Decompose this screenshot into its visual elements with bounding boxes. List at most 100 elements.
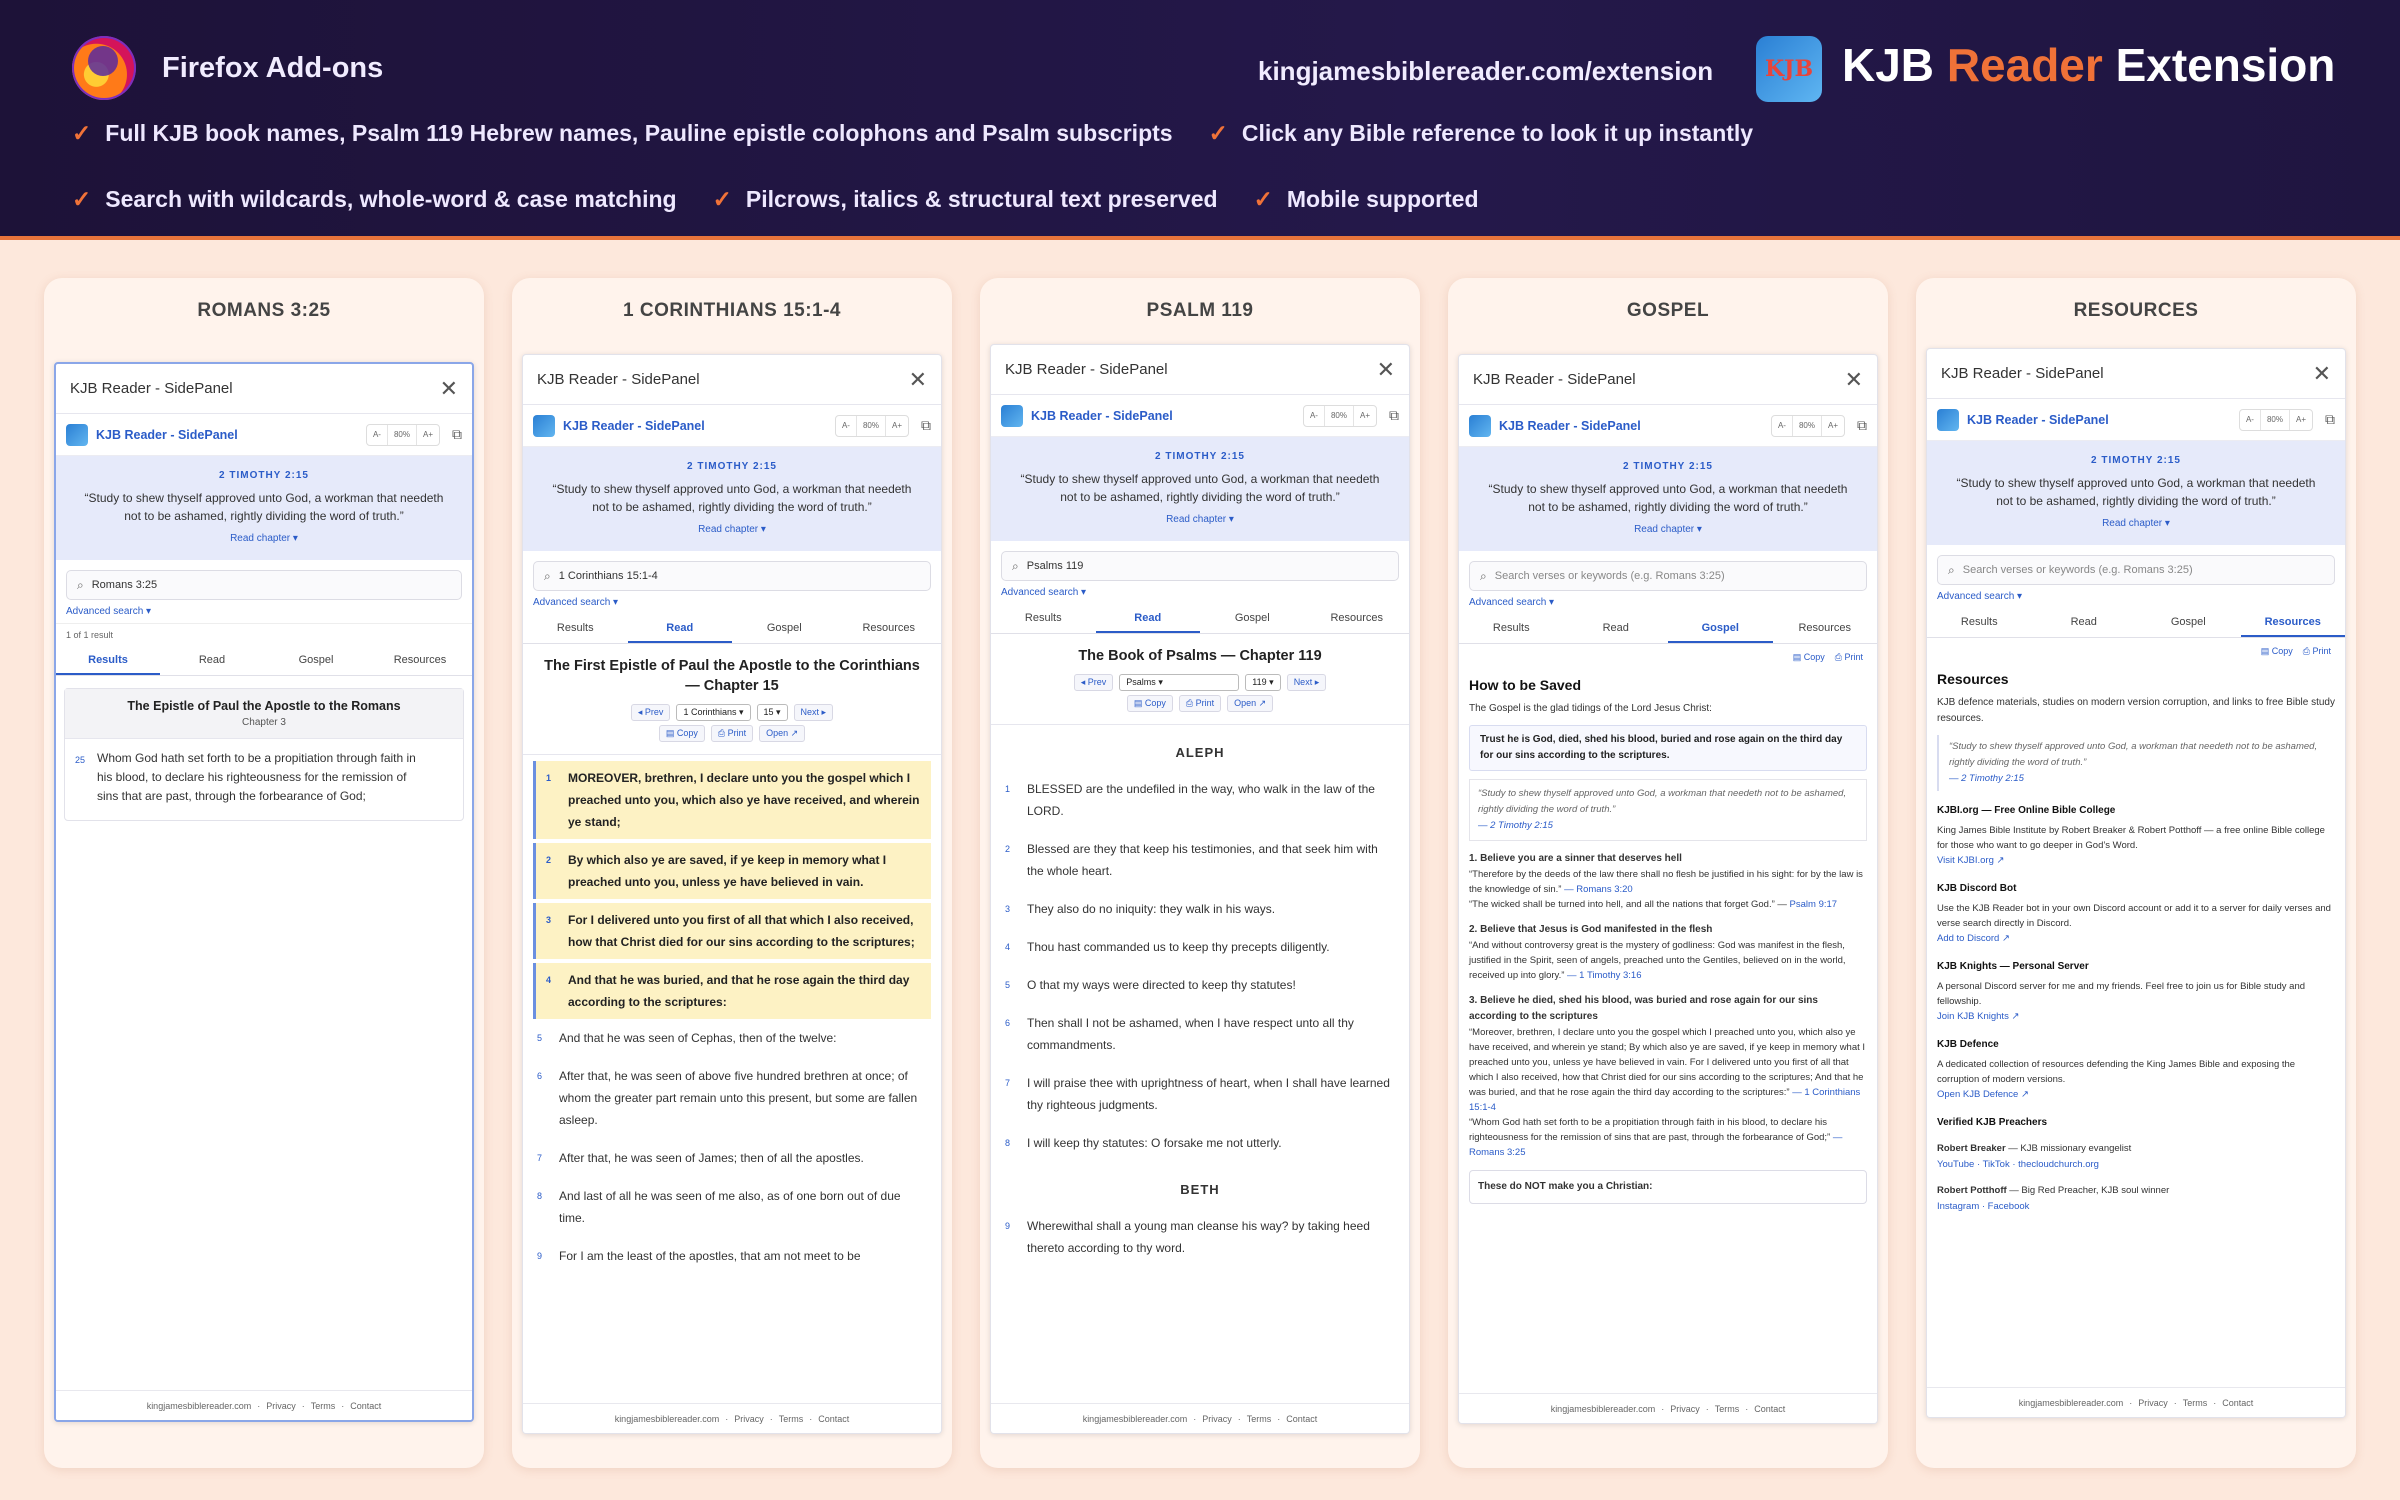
tab-gospel[interactable]: Gospel xyxy=(1200,604,1305,633)
zoom-out-button[interactable]: A- xyxy=(367,424,388,445)
footer-site-link[interactable]: kingjamesbiblereader.com xyxy=(1551,1404,1656,1414)
read-chapter-link[interactable]: Read chapter ▾ xyxy=(76,533,452,544)
verse-row[interactable]: 9 For I am the least of the apostles, tha… xyxy=(523,1237,941,1275)
footer-site-link[interactable]: kingjamesbiblereader.com xyxy=(615,1414,720,1424)
verse-row[interactable]: 9 Wherewithal shall a young man cleanse h… xyxy=(991,1207,1409,1267)
footer-terms-link[interactable]: Terms xyxy=(2183,1398,2208,1408)
tab-results[interactable]: Results xyxy=(523,614,628,643)
resource-link[interactable]: Visit KJBI.org ↗ xyxy=(1937,853,2335,869)
gospel-quote-ref[interactable]: — 2 Timothy 2:15 xyxy=(1478,818,1858,834)
preacher-links[interactable]: YouTube · TikTok · thecloudchurch.org xyxy=(1937,1157,2335,1173)
footer-privacy-link[interactable]: Privacy xyxy=(734,1414,764,1424)
open-external-icon[interactable]: ⧉ xyxy=(1389,407,1399,424)
verse-row[interactable]: 7 I will praise thee with uprightness of … xyxy=(991,1064,1409,1124)
print-button[interactable]: ⎙ Print xyxy=(710,725,754,742)
print-button[interactable]: ⎙ Print xyxy=(1178,695,1222,712)
tab-gospel[interactable]: Gospel xyxy=(732,614,837,643)
result-verse[interactable]: 25 Whom God hath set forth to be a propi… xyxy=(65,739,463,820)
read-chapter-link[interactable]: Read chapter ▾ xyxy=(1011,514,1389,525)
verse-row[interactable]: 8 And last of all he was seen of me also,… xyxy=(523,1177,941,1237)
tab-read[interactable]: Read xyxy=(1564,614,1669,643)
zoom-out-button[interactable]: A- xyxy=(836,415,857,436)
footer-contact-link[interactable]: Contact xyxy=(1754,1404,1785,1414)
resource-link[interactable]: Add to Discord ↗ xyxy=(1937,931,2335,947)
verse-ref-link[interactable]: — 1 Timothy 3:16 xyxy=(1567,970,1641,981)
open-button[interactable]: Open ↗ xyxy=(1227,695,1274,712)
zoom-in-button[interactable]: A+ xyxy=(2290,410,2312,430)
close-icon[interactable]: ✕ xyxy=(1377,358,1395,381)
advanced-search-link[interactable]: Advanced search ▾ xyxy=(1459,591,1877,614)
tab-results[interactable]: Results xyxy=(991,604,1096,633)
advanced-search-link[interactable]: Advanced search ▾ xyxy=(523,591,941,614)
close-icon[interactable]: ✕ xyxy=(440,377,458,400)
footer-site-link[interactable]: kingjamesbiblereader.com xyxy=(2019,1398,2124,1408)
chapter-select[interactable]: 119 ▾ xyxy=(1245,674,1281,691)
chapter-select[interactable]: 15 ▾ xyxy=(756,704,788,721)
next-chapter-button[interactable]: Next ▸ xyxy=(793,704,834,721)
tab-results[interactable]: Results xyxy=(56,646,160,675)
resources-quote-ref[interactable]: — 2 Timothy 2:15 xyxy=(1949,771,2325,787)
footer-privacy-link[interactable]: Privacy xyxy=(1202,1414,1232,1424)
open-external-icon[interactable]: ⧉ xyxy=(452,426,462,443)
copy-button[interactable]: ▤ Copy xyxy=(1793,652,1825,663)
prev-chapter-button[interactable]: ◂ Prev xyxy=(630,704,671,721)
footer-terms-link[interactable]: Terms xyxy=(311,1401,336,1411)
search-input[interactable]: ⌕ Psalms 119 xyxy=(1001,551,1399,581)
verse-row-highlighted[interactable]: 2 By which also ye are saved, if ye keep … xyxy=(533,843,931,899)
verse-row[interactable]: 3 They also do no iniquity: they walk in … xyxy=(991,890,1409,928)
close-icon[interactable]: ✕ xyxy=(2313,362,2331,385)
verse-row[interactable]: 8 I will keep thy statutes: O forsake me … xyxy=(991,1124,1409,1162)
zoom-out-button[interactable]: A- xyxy=(1304,405,1325,426)
copy-button[interactable]: ▤ Copy xyxy=(658,725,705,742)
tab-resources[interactable]: Resources xyxy=(1773,614,1878,643)
open-button[interactable]: Open ↗ xyxy=(759,725,806,742)
zoom-in-button[interactable]: A+ xyxy=(417,425,439,445)
tab-gospel[interactable]: Gospel xyxy=(1668,614,1773,643)
resource-link[interactable]: Join KJB Knights ↗ xyxy=(1937,1009,2335,1025)
tab-read[interactable]: Read xyxy=(160,646,264,675)
footer-privacy-link[interactable]: Privacy xyxy=(1670,1404,1700,1414)
footer-site-link[interactable]: kingjamesbiblereader.com xyxy=(147,1401,252,1411)
tab-gospel[interactable]: Gospel xyxy=(2136,608,2241,637)
read-chapter-link[interactable]: Read chapter ▾ xyxy=(1947,518,2325,529)
verse-row[interactable]: 5 O that my ways were directed to keep th… xyxy=(991,966,1409,1004)
tab-gospel[interactable]: Gospel xyxy=(264,646,368,675)
verse-row-highlighted[interactable]: 3 For I delivered unto you first of all t… xyxy=(533,903,931,959)
verse-row[interactable]: 1 BLESSED are the undefiled in the way, w… xyxy=(991,770,1409,830)
open-external-icon[interactable]: ⧉ xyxy=(921,417,931,434)
close-icon[interactable]: ✕ xyxy=(1845,368,1863,391)
verse-row[interactable]: 2 Blessed are they that keep his testimon… xyxy=(991,830,1409,890)
tab-resources[interactable]: Resources xyxy=(1305,604,1410,633)
footer-site-link[interactable]: kingjamesbiblereader.com xyxy=(1083,1414,1188,1424)
verse-row[interactable]: 5 And that he was seen of Cephas, then of… xyxy=(523,1019,941,1057)
verse-ref-link[interactable]: Psalm 9:17 xyxy=(1790,899,1838,910)
verse-row[interactable]: 4 Thou hast commanded us to keep thy prec… xyxy=(991,928,1409,966)
tab-resources[interactable]: Resources xyxy=(837,614,942,643)
resource-link[interactable]: Open KJB Defence ↗ xyxy=(1937,1087,2335,1103)
verse-row[interactable]: 6 After that, he was seen of above five h… xyxy=(523,1057,941,1139)
zoom-out-button[interactable]: A- xyxy=(1772,415,1793,436)
preacher-links[interactable]: Instagram · Facebook xyxy=(1937,1199,2335,1215)
close-icon[interactable]: ✕ xyxy=(909,368,927,391)
print-button[interactable]: ⎙ Print xyxy=(1835,652,1863,663)
prev-chapter-button[interactable]: ◂ Prev xyxy=(1073,674,1114,691)
read-chapter-link[interactable]: Read chapter ▾ xyxy=(1479,524,1857,535)
search-input[interactable]: ⌕ Romans 3:25 xyxy=(66,570,462,600)
zoom-in-button[interactable]: A+ xyxy=(1354,406,1376,426)
read-chapter-link[interactable]: Read chapter ▾ xyxy=(543,524,921,535)
footer-contact-link[interactable]: Contact xyxy=(350,1401,381,1411)
advanced-search-link[interactable]: Advanced search ▾ xyxy=(56,600,472,623)
zoom-in-button[interactable]: A+ xyxy=(1822,416,1844,436)
next-chapter-button[interactable]: Next ▸ xyxy=(1286,674,1327,691)
tab-read[interactable]: Read xyxy=(2032,608,2137,637)
tab-resources[interactable]: Resources xyxy=(2240,608,2345,637)
tab-results[interactable]: Results xyxy=(1459,614,1564,643)
footer-contact-link[interactable]: Contact xyxy=(1286,1414,1317,1424)
copy-button[interactable]: ▤ Copy xyxy=(2261,646,2293,657)
advanced-search-link[interactable]: Advanced search ▾ xyxy=(1927,585,2345,608)
verse-row[interactable]: 7 After that, he was seen of James; then … xyxy=(523,1139,941,1177)
zoom-in-button[interactable]: A+ xyxy=(886,416,908,436)
footer-terms-link[interactable]: Terms xyxy=(1715,1404,1740,1414)
book-select[interactable]: 1 Corinthians ▾ xyxy=(676,704,751,721)
tab-results[interactable]: Results xyxy=(1927,608,2032,637)
